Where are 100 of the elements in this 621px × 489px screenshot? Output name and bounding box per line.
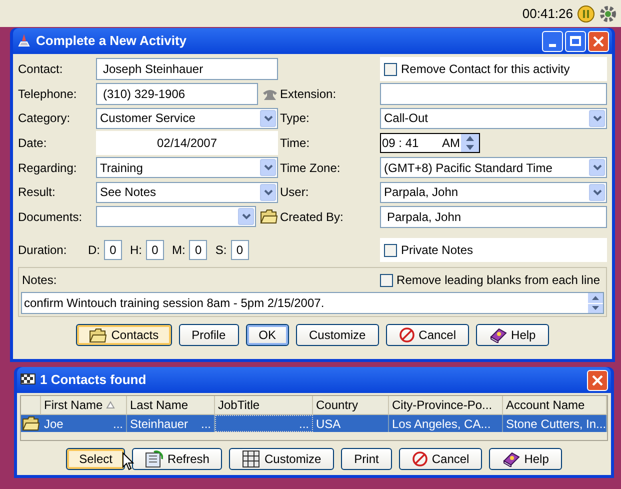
- field-label: Contact:: [18, 61, 64, 78]
- up-arrow-icon: [466, 136, 474, 142]
- text-field[interactable]: Parpala, John: [380, 206, 607, 228]
- field-label: Extension:: [280, 86, 338, 103]
- mouse-pointer-icon: [122, 452, 134, 471]
- table-cell-text: USA: [316, 416, 341, 432]
- field-label: Regarding:: [18, 160, 78, 177]
- checkbox-label[interactable]: Private Notes: [401, 241, 474, 260]
- up-arrow-icon: [592, 296, 599, 300]
- field-label: Documents:: [18, 208, 84, 226]
- icon-button[interactable]: Customize: [229, 448, 334, 470]
- dropdown-arrow-button[interactable]: [260, 110, 276, 127]
- close-icon: [592, 374, 603, 386]
- down-arrow-icon: [592, 306, 599, 310]
- icon-button[interactable]: Cancel: [398, 448, 482, 470]
- field-label: Duration:: [18, 242, 68, 260]
- dropdown-field[interactable]: Customer Service: [96, 108, 278, 129]
- table-cell-text: Joe: [44, 416, 64, 432]
- text-field[interactable]: [380, 82, 607, 105]
- folder-icon: [89, 328, 108, 343]
- field-label: User:: [280, 184, 310, 202]
- down-arrow-icon: [466, 145, 474, 150]
- folder-icon: [22, 416, 40, 431]
- chevron-icon: [264, 164, 272, 172]
- text-button[interactable]: Customize: [296, 324, 379, 346]
- dropdown-field[interactable]: Training: [96, 157, 278, 178]
- checkered-flag-icon: [20, 373, 36, 387]
- spinner-button[interactable]: [461, 134, 479, 152]
- text-field[interactable]: (310) 329-1906: [96, 82, 258, 105]
- app-icon: [16, 33, 32, 49]
- chevron-icon: [592, 114, 602, 122]
- field-label: Telephone:: [18, 86, 78, 103]
- dropdown-field[interactable]: (GMT+8) Pacific Standard Time: [380, 157, 607, 178]
- clock: 00:41:26: [522, 4, 573, 23]
- field-label: S:: [215, 242, 227, 260]
- date-field[interactable]: 02/14/2007: [96, 131, 278, 156]
- columns-icon: [242, 450, 260, 468]
- icon-button[interactable]: Refresh: [132, 448, 222, 470]
- maximize-button[interactable]: [565, 30, 586, 52]
- checkbox-label[interactable]: Remove Contact for this activity: [401, 60, 570, 78]
- field-label: H:: [130, 242, 142, 260]
- text-button[interactable]: Print: [341, 448, 392, 470]
- icon-button[interactable]: Contacts: [76, 324, 172, 346]
- dropdown-arrow-button[interactable]: [589, 184, 605, 201]
- number-field[interactable]: 0: [146, 240, 164, 260]
- scroll-buttons[interactable]: [588, 293, 603, 314]
- text-button[interactable]: Select: [66, 448, 126, 470]
- icon-button[interactable]: Help: [489, 448, 562, 470]
- field-label: Created By:: [280, 208, 344, 226]
- dropdown-arrow-button[interactable]: [260, 184, 276, 201]
- field-label: Time Zone:: [280, 160, 342, 177]
- time-field[interactable]: 09 : 41 AM: [380, 133, 480, 154]
- cancel-icon: [398, 327, 415, 344]
- window-title: Complete a New Activity: [36, 32, 187, 50]
- number-field[interactable]: 0: [104, 240, 122, 260]
- dropdown-field[interactable]: Parpala, John: [380, 182, 607, 203]
- dropdown-arrow-button[interactable]: [589, 110, 605, 127]
- checkbox[interactable]: [384, 244, 397, 257]
- gear-icon[interactable]: [599, 4, 617, 22]
- text-field[interactable]: Joseph Steinhauer: [96, 58, 278, 80]
- field-label: D:: [88, 242, 100, 260]
- overflow-mark: ...: [200, 416, 211, 432]
- text-button[interactable]: OK: [246, 324, 289, 346]
- folder-icon: [260, 209, 278, 224]
- field-label: Category:: [18, 110, 72, 128]
- field-label: Notes:: [22, 272, 57, 290]
- overflow-mark: ...: [112, 416, 123, 432]
- field-label: Result:: [18, 184, 56, 202]
- dropdown-arrow-button[interactable]: [589, 159, 605, 176]
- dropdown-field[interactable]: See Notes: [96, 182, 278, 203]
- minimize-button[interactable]: [542, 30, 563, 52]
- window-title: 1 Contacts found: [40, 371, 146, 390]
- book-icon: [502, 451, 520, 467]
- table-cell-text: Los Angeles, CA...: [392, 416, 491, 432]
- checkbox[interactable]: [380, 274, 393, 287]
- dropdown-field[interactable]: Call-Out: [380, 108, 607, 129]
- table-cell-text: Steinhauer: [130, 416, 188, 432]
- checkbox[interactable]: [384, 62, 397, 76]
- chevron-icon: [264, 114, 272, 122]
- refresh-icon: [145, 450, 164, 468]
- field-label: Type:: [280, 110, 310, 128]
- dropdown-arrow-button[interactable]: [238, 208, 254, 226]
- notes-field[interactable]: confirm Wintouch training session 8am - 5pm 2/15/2007.: [21, 292, 604, 314]
- number-field[interactable]: 0: [230, 240, 249, 260]
- chevron-icon: [264, 188, 272, 196]
- dropdown-arrow-button[interactable]: [260, 159, 276, 176]
- icon-button[interactable]: Cancel: [386, 324, 470, 346]
- dropdown-field[interactable]: [96, 206, 256, 228]
- icon-button[interactable]: Help: [476, 324, 549, 346]
- number-field[interactable]: 0: [189, 240, 208, 260]
- close-button[interactable]: [588, 30, 609, 52]
- chevron-icon: [592, 164, 602, 172]
- checkbox-label[interactable]: Remove leading blanks from each line: [396, 271, 600, 290]
- close-button[interactable]: [587, 370, 608, 390]
- pause-icon[interactable]: [577, 4, 595, 22]
- text-button[interactable]: Profile: [178, 324, 239, 346]
- close-icon: [593, 36, 604, 46]
- overflow-mark: ...: [298, 416, 309, 431]
- table-row[interactable]: Joe ... Steinhauer ... ... USA Los Angeles, CA... Stone Cutters, In...: [21, 415, 607, 432]
- field-label: M:: [172, 242, 186, 260]
